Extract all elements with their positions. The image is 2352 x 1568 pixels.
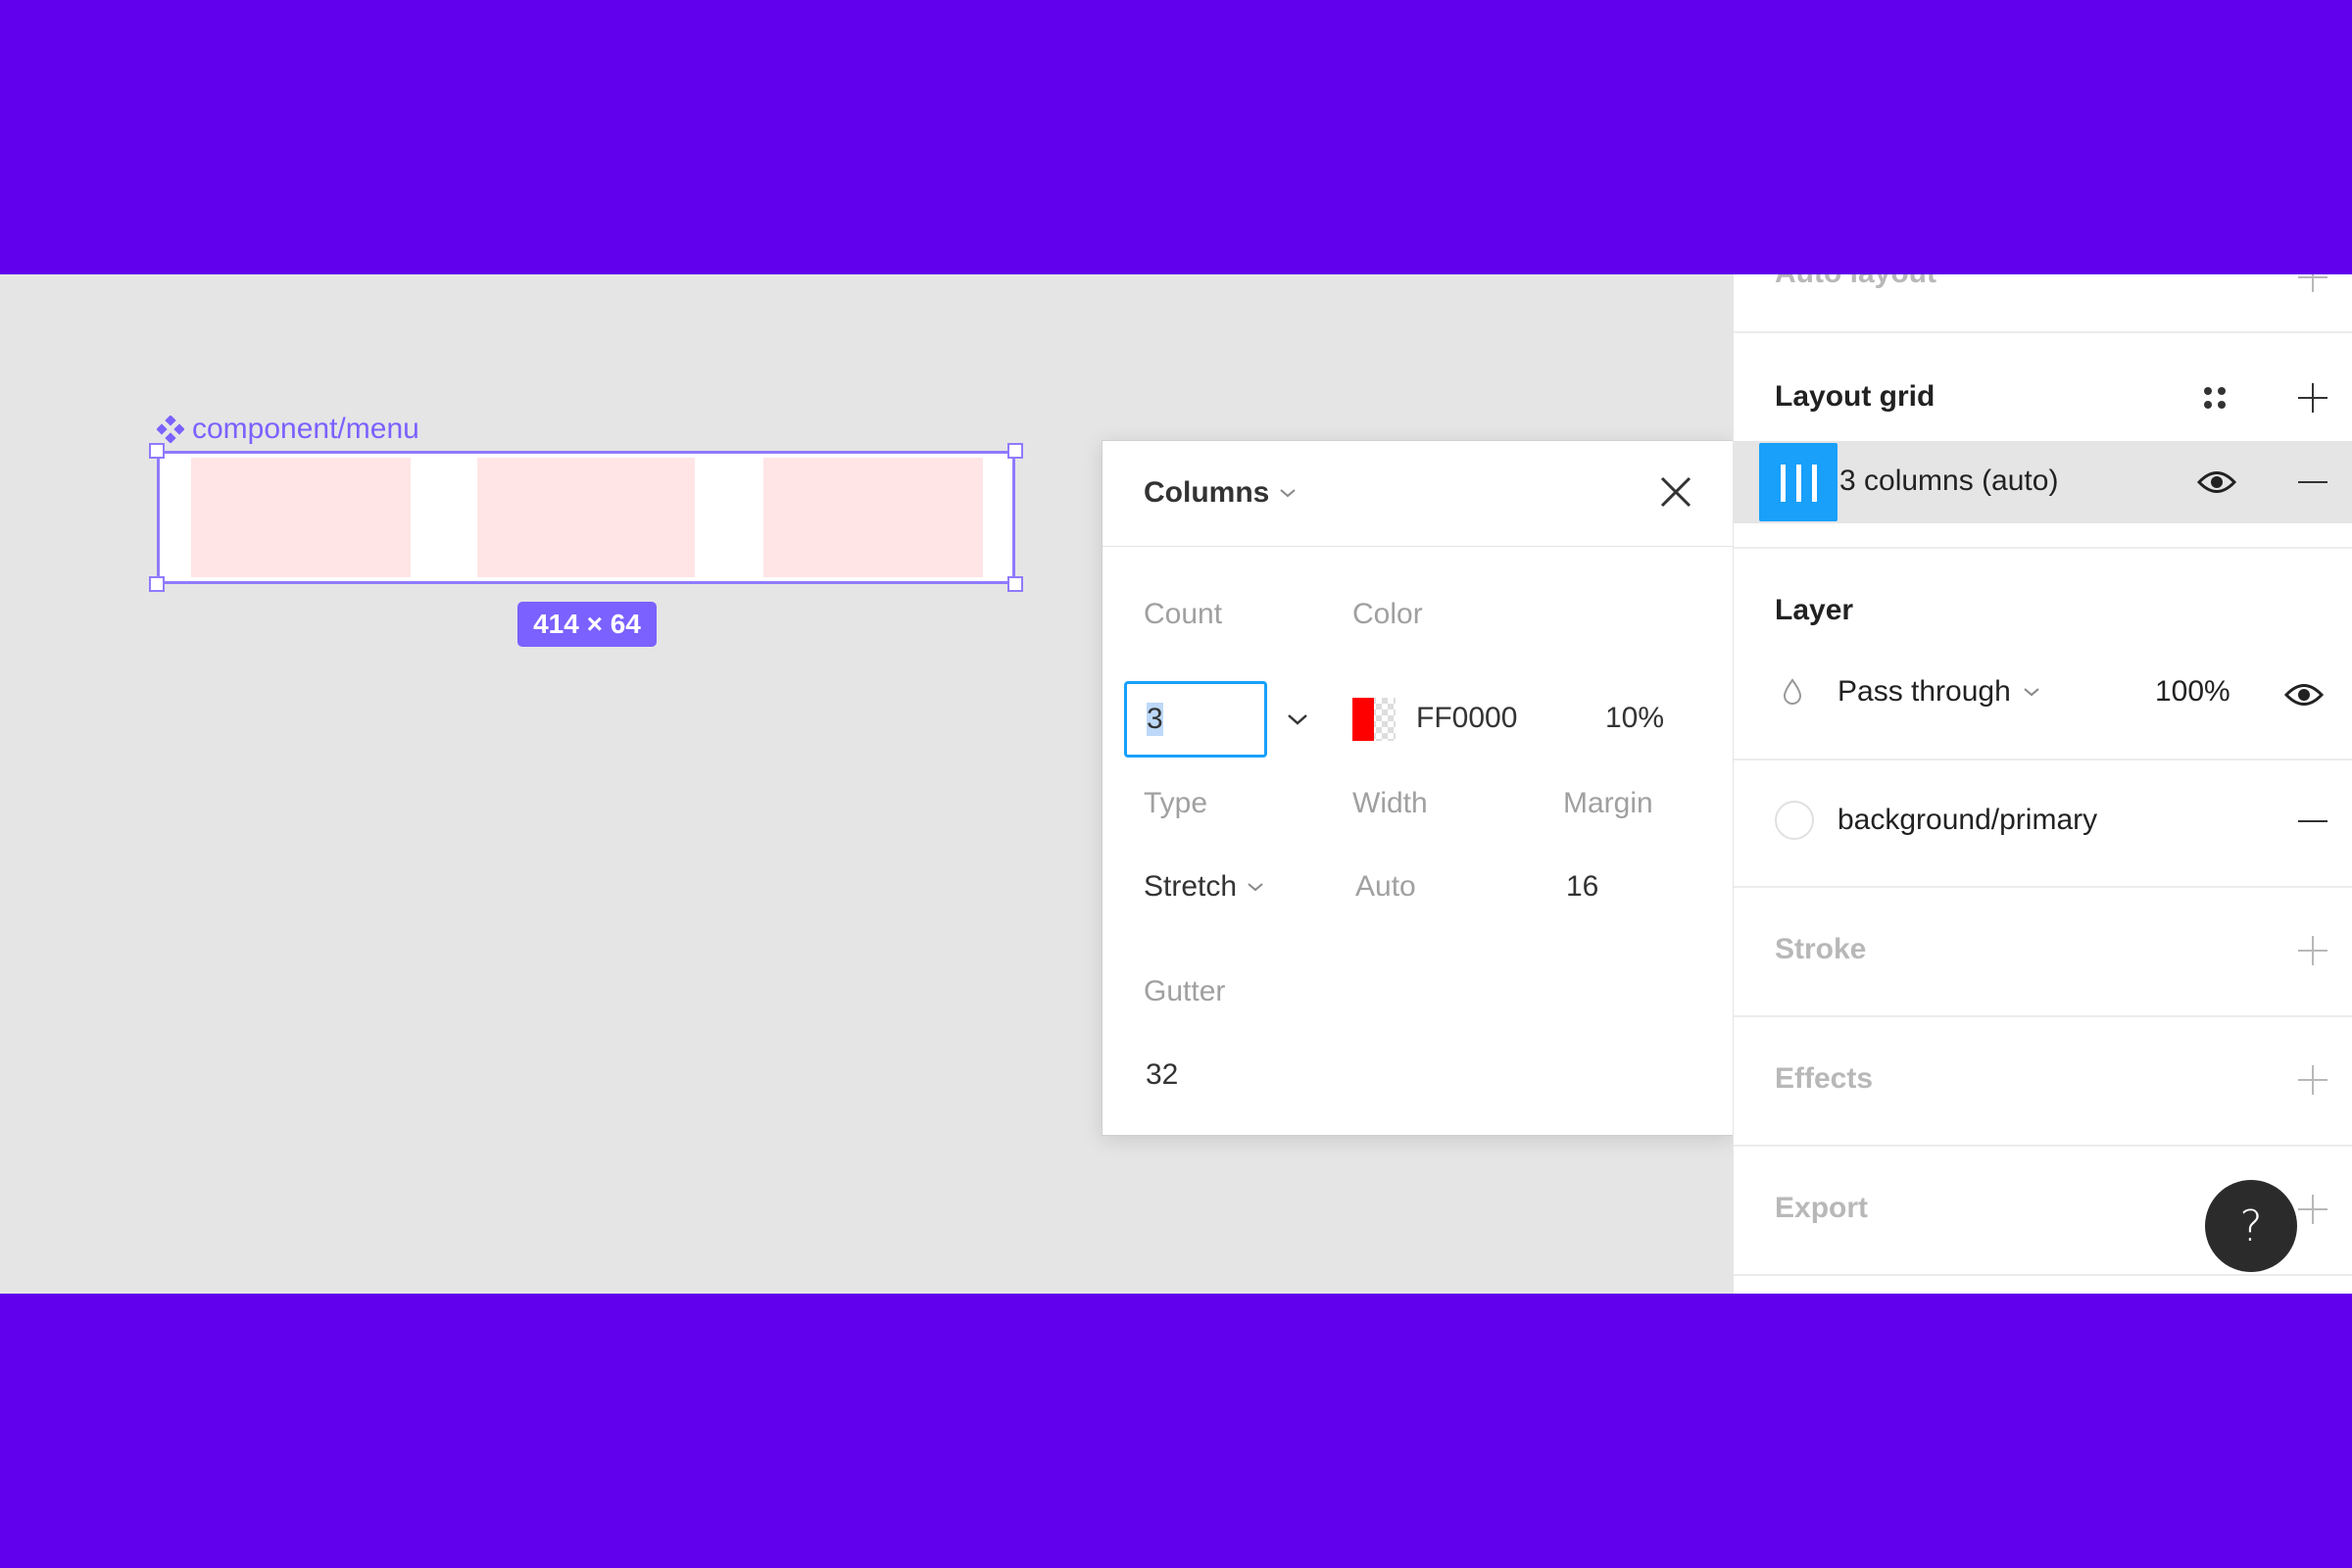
columns-grid-icon[interactable] [1759,443,1838,521]
layer-title: Layer [1775,594,1854,626]
layout-grid-popover: Columns Count Color 3 FF0000 10% Type Wi… [1102,440,1733,1136]
add-stroke-icon[interactable] [2298,936,2328,965]
popover-header: Columns [1102,441,1733,547]
canvas[interactable]: component/menu 414 × 64 Columns Count Co… [0,274,1733,1294]
add-layout-grid-icon[interactable] [2298,383,2328,413]
auto-layout-title: Auto layout [1775,274,1936,290]
divider [1734,886,2352,888]
stroke-title: Stroke [1775,933,1867,965]
margin-label: Margin [1563,787,1653,819]
properties-panel: Auto layout Layout grid 3 columns (auto)… [1733,274,2352,1294]
count-input[interactable]: 3 [1124,681,1267,758]
eye-icon[interactable] [2284,682,2324,708]
resize-handle-bottom-left[interactable] [149,576,165,592]
component-frame[interactable] [157,451,1015,584]
fill-style-name[interactable]: background/primary [1838,804,2097,837]
color-label: Color [1352,598,1423,630]
grid-styles-icon[interactable] [2200,383,2230,413]
help-button[interactable]: ? [2205,1180,2297,1272]
close-icon[interactable] [1658,474,1693,510]
add-export-icon[interactable] [2298,1195,2328,1224]
count-value: 3 [1147,703,1163,736]
type-dropdown[interactable]: Stretch [1144,870,1264,904]
gutter-value[interactable]: 32 [1146,1058,1178,1092]
divider [1734,1274,2352,1276]
resize-handle-top-left[interactable] [149,443,165,459]
width-value[interactable]: Auto [1355,870,1416,904]
resize-handle-bottom-right[interactable] [1007,576,1023,592]
gutter-label: Gutter [1144,975,1226,1007]
color-swatch[interactable] [1352,698,1396,741]
remove-fill-icon[interactable] [2298,820,2328,822]
frame-name: component/menu [192,413,419,445]
divider [1734,759,2352,760]
color-opacity[interactable]: 10% [1605,702,1664,735]
width-label: Width [1352,787,1428,819]
divider [1734,1015,2352,1017]
resize-handle-top-right[interactable] [1007,443,1023,459]
chevron-down-icon[interactable] [1287,712,1308,726]
fill-swatch[interactable] [1775,801,1814,840]
blend-mode-icon [1783,678,1802,705]
divider [1734,331,2352,333]
add-effect-icon[interactable] [2298,1065,2328,1095]
grid-column-1 [191,458,411,577]
margin-value[interactable]: 16 [1566,870,1598,904]
remove-layout-grid-icon[interactable] [2298,481,2328,483]
layout-grid-item[interactable]: 3 columns (auto) [1734,441,2352,523]
blend-mode-value: Pass through [1838,675,2011,708]
frame-label[interactable]: component/menu [157,412,419,447]
chevron-down-icon [1280,489,1296,498]
size-badge: 414 × 64 [517,602,657,647]
effects-title: Effects [1775,1062,1874,1095]
component-icon [157,416,184,443]
layout-grid-item-label: 3 columns (auto) [1839,465,2059,497]
blend-mode-dropdown[interactable]: Pass through [1838,675,2040,709]
grid-type-dropdown[interactable]: Columns [1144,476,1297,510]
type-label: Type [1144,787,1208,819]
divider [1734,1145,2352,1147]
chevron-down-icon [1248,883,1263,892]
color-hex[interactable]: FF0000 [1416,702,1517,735]
layer-opacity[interactable]: 100% [2155,675,2230,709]
type-value: Stretch [1144,870,1238,903]
grid-type-label: Columns [1144,476,1270,509]
layout-grid-title: Layout grid [1775,380,1936,413]
grid-column-2 [477,458,695,577]
export-title: Export [1775,1192,1869,1224]
add-auto-layout-icon[interactable] [2298,274,2328,292]
divider [1734,547,2352,549]
grid-column-3 [763,458,983,577]
eye-icon[interactable] [2197,469,2236,495]
count-label: Count [1144,598,1223,630]
chevron-down-icon [2024,688,2039,697]
